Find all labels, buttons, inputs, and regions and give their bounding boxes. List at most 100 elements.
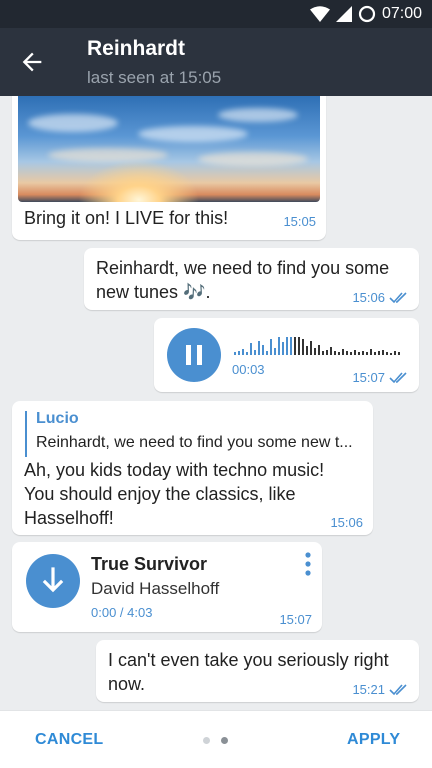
- waveform-bar: [306, 346, 308, 355]
- waveform-bar: [326, 350, 328, 355]
- waveform-bar: [282, 342, 284, 355]
- voice-duration-label: 00:03: [232, 362, 265, 377]
- message-time: 15:07: [352, 370, 409, 385]
- waveform-bar: [242, 349, 244, 355]
- message-text-line: Reinhardt, we need to find you some: [96, 258, 390, 278]
- waveform-bar: [378, 351, 380, 355]
- message-time: 15:21: [352, 682, 409, 697]
- track-title: True Survivor: [91, 554, 208, 574]
- chat-area[interactable]: Bring it on! I LIVE for this! 15:05 Rein…: [0, 96, 432, 710]
- waveform-bar: [310, 341, 312, 355]
- waveform-bar: [266, 351, 268, 355]
- message-time-label: 15:21: [352, 682, 385, 697]
- cancel-button[interactable]: CANCEL: [35, 731, 103, 749]
- waveform-bar: [358, 352, 360, 355]
- message-time-label: 15:07: [352, 370, 385, 385]
- waveform-bar: [254, 350, 256, 355]
- page-indicator-dot[interactable]: [203, 737, 210, 744]
- waveform-bar: [386, 352, 388, 355]
- waveform-bar: [290, 337, 292, 355]
- message-text-line: now.: [108, 674, 146, 694]
- waveform-bar: [238, 351, 240, 355]
- bottom-action-bar: CANCEL APPLY: [0, 710, 432, 768]
- battery-icon: [358, 5, 376, 23]
- waveform-bar: [374, 352, 376, 355]
- waveform-bar: [366, 352, 368, 355]
- message-time: 15:06: [352, 290, 409, 305]
- waveform-bar: [246, 352, 248, 355]
- download-icon: [42, 567, 64, 593]
- audio-message-bubble[interactable]: True Survivor David Hasselhoff 0:00 / 4:…: [12, 542, 322, 632]
- waveform-bar: [302, 339, 304, 355]
- voice-duration: 00:03: [232, 362, 265, 377]
- waveform-bar: [362, 351, 364, 355]
- waveform-bar: [286, 337, 288, 355]
- waveform-bar: [294, 337, 296, 355]
- waveform-bar: [258, 341, 260, 355]
- message-bubble[interactable]: I can't even take you seriously right no…: [96, 640, 419, 702]
- reply-message-bubble[interactable]: Lucio Reinhardt, we need to find you som…: [12, 401, 373, 535]
- waveform-bar: [330, 347, 332, 355]
- last-seen-status: last seen at 15:05: [87, 68, 222, 87]
- waveform-bar: [338, 352, 340, 355]
- waveform-bar: [270, 339, 272, 355]
- wifi-icon: [309, 6, 330, 22]
- waveform-bar: [342, 349, 344, 355]
- status-icons: 07:00: [309, 4, 422, 24]
- waveform-bar: [346, 351, 348, 355]
- double-check-icon: [389, 291, 407, 303]
- message-bubble[interactable]: Reinhardt, we need to find you some new …: [84, 248, 419, 310]
- reply-preview-text[interactable]: Reinhardt, we need to find you some new …: [36, 434, 353, 452]
- waveform-bar: [382, 350, 384, 355]
- waveform-bar: [322, 351, 324, 355]
- waveform-bar: [262, 345, 264, 355]
- double-check-icon: [389, 683, 407, 695]
- message-text-line: You should enjoy the classics, like: [24, 484, 296, 504]
- status-time: 07:00: [381, 5, 422, 22]
- waveform-bar: [394, 351, 396, 355]
- waveform-bar: [350, 352, 352, 355]
- download-button[interactable]: [26, 554, 80, 608]
- message-time-label: 15:05: [283, 214, 316, 229]
- waveform-bar: [370, 349, 372, 355]
- message-text: Bring it on! I LIVE for this!: [24, 208, 229, 228]
- message-text-line: Ah, you kids today with techno music!: [24, 460, 325, 480]
- message-time: 15:06: [330, 515, 363, 530]
- apply-button[interactable]: APPLY: [347, 731, 400, 749]
- track-artist: David Hasselhoff: [91, 579, 220, 598]
- waveform-bar: [234, 352, 236, 355]
- waveform-bar: [314, 348, 316, 355]
- waveform-bar: [250, 343, 252, 355]
- app-bar: Reinhardt last seen at 15:05: [0, 28, 432, 96]
- message-bubble[interactable]: Bring it on! I LIVE for this! 15:05: [12, 96, 326, 240]
- waveform-bar: [390, 353, 392, 355]
- reply-author[interactable]: Lucio: [36, 410, 79, 428]
- more-vert-icon[interactable]: [303, 552, 313, 576]
- voice-waveform[interactable]: [234, 333, 400, 355]
- waveform-bar: [334, 351, 336, 355]
- message-text-line: new tunes 🎶.: [96, 282, 211, 302]
- reply-quote-bar: [25, 411, 27, 457]
- waveform-bar: [274, 348, 276, 355]
- waveform-bar: [354, 350, 356, 355]
- message-time: 15:07: [279, 612, 312, 627]
- message-time-label: 15:06: [330, 515, 363, 530]
- message-text-line: I can't even take you seriously right: [108, 650, 389, 670]
- sunset-photo[interactable]: [18, 96, 320, 202]
- pause-icon: [186, 345, 191, 365]
- message-time-label: 15:06: [352, 290, 385, 305]
- message-time-label: 15:07: [279, 612, 312, 627]
- pause-icon: [197, 345, 202, 365]
- waveform-bar: [398, 352, 400, 355]
- page-indicator-dot[interactable]: [221, 737, 228, 744]
- pause-button[interactable]: [167, 328, 221, 382]
- waveform-bar: [318, 345, 320, 355]
- voice-message-bubble[interactable]: 00:03 15:07: [154, 318, 419, 392]
- back-arrow-icon[interactable]: [18, 48, 46, 76]
- chat-title[interactable]: Reinhardt: [87, 37, 185, 61]
- signal-icon: [335, 6, 352, 22]
- message-text-line: Hasselhoff!: [24, 508, 114, 528]
- double-check-icon: [389, 371, 407, 383]
- waveform-bar: [298, 337, 300, 355]
- status-bar: 07:00: [0, 0, 432, 28]
